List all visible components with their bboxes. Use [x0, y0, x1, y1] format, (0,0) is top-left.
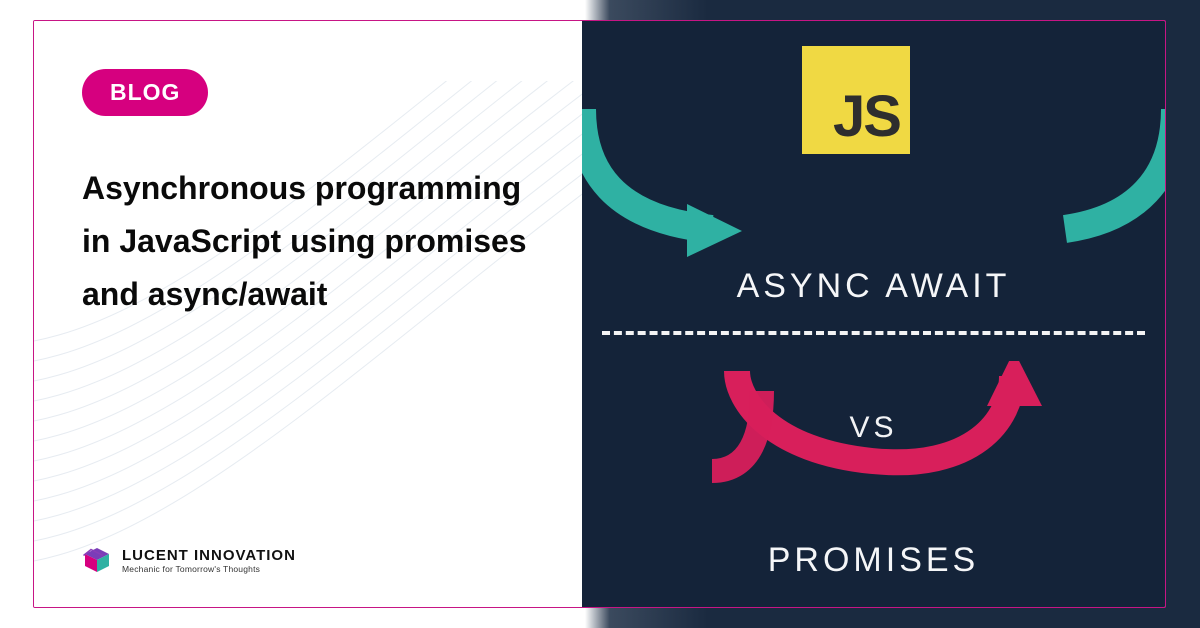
brand-mark-icon: [82, 545, 112, 575]
brand-text: LUCENT INNOVATION Mechanic for Tomorrow'…: [122, 547, 296, 574]
divider-dashed: [602, 331, 1145, 335]
left-panel: BLOG Asynchronous programming in JavaScr…: [34, 21, 582, 607]
arrow-down-right-icon: [1035, 109, 1165, 259]
illustration-panel: JS ASYNC AWAIT VS PROMISES: [582, 21, 1165, 607]
brand-name: LUCENT INNOVATION: [122, 547, 296, 564]
promises-label: PROMISES: [582, 541, 1165, 580]
async-await-label: ASYNC AWAIT: [582, 267, 1165, 306]
brand-tagline: Mechanic for Tomorrow's Thoughts: [122, 564, 296, 574]
js-logo-text: JS: [833, 88, 900, 146]
js-logo-badge: JS: [802, 46, 910, 154]
arrow-down-left-icon: [582, 109, 782, 259]
vs-label: VS: [582, 411, 1165, 445]
brand-logo: LUCENT INNOVATION Mechanic for Tomorrow'…: [82, 545, 296, 575]
category-badge: BLOG: [82, 69, 208, 116]
article-title: Asynchronous programming in JavaScript u…: [82, 162, 534, 320]
blog-hero-card: BLOG Asynchronous programming in JavaScr…: [33, 20, 1166, 608]
category-badge-label: BLOG: [110, 79, 180, 106]
wave-decoration: [33, 81, 654, 601]
